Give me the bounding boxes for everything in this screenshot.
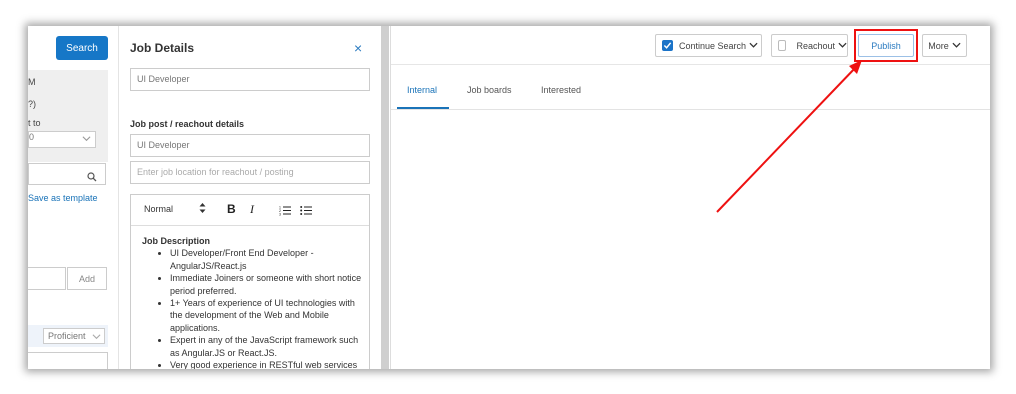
description-heading: Job Description — [142, 236, 211, 246]
proficiency-value: Proficient — [48, 331, 86, 341]
description-list: UI Developer/Front End Developer - Angul… — [142, 247, 362, 369]
job-title-field[interactable]: UI Developer — [130, 68, 370, 91]
filter-select-value: 0 — [29, 132, 35, 142]
close-icon[interactable]: × — [354, 40, 362, 56]
add-button[interactable]: Add — [67, 267, 107, 290]
search-icon[interactable] — [87, 169, 97, 187]
section-label: Job post / reachout details — [130, 119, 245, 129]
format-select[interactable]: Normal — [144, 204, 173, 214]
keyword-search-input[interactable] — [28, 163, 106, 185]
add-skill-row: Add — [28, 267, 108, 290]
filter-text-1: M — [28, 77, 36, 87]
search-filter-panel: Search M ?) t to 0 Save as template Add … — [28, 26, 120, 369]
post-title-field[interactable]: UI Developer — [130, 134, 370, 157]
editor-toolbar: Normal B I 123 — [131, 195, 369, 226]
filter-text-3: t to — [28, 118, 41, 128]
search-button[interactable]: Search — [56, 36, 108, 60]
panel-scrollbar[interactable] — [381, 26, 389, 369]
bold-icon[interactable]: B — [227, 202, 236, 216]
bullet-list-icon[interactable] — [300, 203, 312, 221]
annotation-arrow — [716, 60, 862, 213]
filter-summary-box: M ?) t to — [28, 70, 108, 162]
list-item: Very good experience in RESTful web serv… — [170, 359, 362, 369]
skill-input[interactable] — [28, 267, 66, 290]
svg-text:3: 3 — [279, 213, 281, 217]
format-select-arrows-icon[interactable] — [199, 202, 206, 214]
job-description-editor[interactable]: Normal B I 123 Job Description UI Develo… — [130, 194, 370, 369]
ordered-list-icon[interactable]: 123 — [279, 203, 291, 221]
filter-text-2: ?) — [28, 99, 37, 109]
app-window: Search M ?) t to 0 Save as template Add … — [28, 26, 990, 369]
list-item: UI Developer/Front End Developer - Angul… — [170, 247, 362, 272]
results-panel: Continue Search Reachout Publish More In… — [390, 26, 990, 369]
proficiency-select[interactable]: Proficient — [43, 328, 105, 344]
list-item: Immediate Joiners or someone with short … — [170, 272, 362, 297]
panel-divider — [118, 26, 119, 369]
save-as-template-link[interactable]: Save as template — [28, 193, 98, 203]
list-item: 1+ Years of experience of UI technologie… — [170, 297, 362, 334]
skill-row: Proficient — [28, 325, 108, 347]
panel-title: Job Details — [130, 41, 195, 55]
left-bottom-field[interactable] — [28, 352, 108, 369]
italic-icon[interactable]: I — [250, 202, 254, 217]
list-item: Expert in any of the JavaScript framewor… — [170, 334, 362, 359]
editor-content[interactable]: Job Description UI Developer/Front End D… — [142, 235, 362, 369]
chevron-down-icon — [92, 329, 101, 345]
filter-select[interactable]: 0 — [28, 131, 96, 148]
job-details-panel: Job Details × UI Developer Job post / re… — [120, 26, 380, 369]
chevron-down-icon — [82, 134, 91, 145]
job-location-input[interactable]: Enter job location for reachout / postin… — [130, 161, 370, 184]
